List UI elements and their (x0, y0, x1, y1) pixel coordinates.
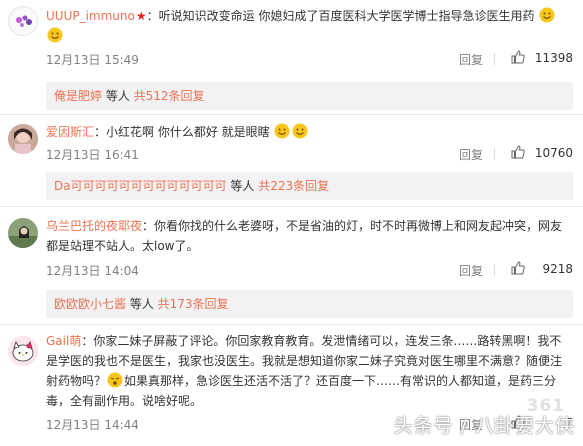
separator (0, 206, 583, 207)
divider (494, 264, 495, 276)
like-count: 11398 (534, 51, 573, 65)
comment-text: 乌兰巴托的夜耶夜：你看你找的什么老婆呀，不是省油的灯，时不时再微博上和网友起冲突… (46, 216, 573, 256)
avatar-image (8, 124, 38, 154)
avatar-image (10, 8, 37, 35)
comment-text: Gail萌：你家二妹子屏蔽了评论。你回家教育教育。发泄情绪可以，连发三条……路转… (46, 331, 573, 411)
comment-username[interactable]: UUUP_immuno (46, 9, 135, 23)
comment-content-continued: 都是站理不站人。太low了。 (46, 239, 199, 253)
replies-summary[interactable]: Da可可可可可可可可可可可可可 等人 共223条回复 (46, 172, 573, 200)
comment-meta: 12月13日 15:49 回复 11398 (46, 50, 573, 68)
comment-time: 12月13日 14:44 (46, 418, 139, 432)
comment-content-continued: 如果真那样，急诊医生还活不活了？还百度一下……有常识的人都知道，是药三分 (124, 374, 557, 388)
reply-count-link[interactable]: 共173条回复 (158, 297, 229, 311)
reply-summary-text: 等人 (102, 89, 134, 103)
comment-content: ：小红花啊 你什么都好 就是眼瞎 (94, 125, 270, 139)
comment-content: ：听说知识改变命运 你媳妇成了百度医科大学医学博士指导急诊医生用药 (146, 9, 535, 23)
reply-summary-text: 等人 (126, 297, 158, 311)
comment-content-continued: 毒，全有副作用。说啥好呢。 (46, 394, 203, 408)
comment-text: 爱因斯汇：小红花啊 你什么都好 就是眼瞎 (46, 122, 573, 142)
like-button[interactable]: 9218 (503, 261, 573, 276)
smile-emoji-icon (47, 27, 63, 43)
smile-emoji-icon (539, 7, 555, 23)
comment-meta: 12月13日 14:04 回复 9218 (46, 261, 573, 279)
reply-username[interactable]: 俺是肥婷 (54, 89, 102, 103)
thumbs-up-icon (511, 145, 525, 159)
comment-content-continued: 是学医的我也不是医生，我家也没医生。我就是想知道你家二妹子究竟对医生哪里不满意？… (46, 354, 563, 368)
comment-text: UUUP_immuno★：听说知识改变命运 你媳妇成了百度医科大学医学博士指导急… (46, 6, 573, 46)
smile-emoji-icon (274, 123, 290, 139)
avatar[interactable] (8, 6, 38, 36)
like-button[interactable]: 11398 (503, 50, 573, 65)
replies-summary[interactable]: 俺是肥婷 等人 共512条回复 (46, 82, 573, 110)
reply-username[interactable]: Da可可可可可可可可可可可可可 (54, 179, 227, 193)
divider (494, 53, 495, 65)
comment-content: ：你家二妹子屏蔽了评论。你回家教育教育。发泄情绪可以，连发三条……路转黑啊！我不 (81, 334, 562, 348)
smile-emoji-icon (292, 123, 308, 139)
reply-count-link[interactable]: 共223条回复 (258, 179, 329, 193)
avatar-image (8, 218, 38, 248)
thumbs-up-icon (511, 261, 525, 275)
reply-summary-text: 等人 (226, 179, 259, 193)
watermark: 头条号 / 八卦要大侠 (393, 415, 575, 437)
comment-content-continued: 射药物吗？ (46, 374, 107, 388)
separator (0, 114, 583, 115)
reply-button[interactable]: 回复 (459, 146, 483, 163)
comment-username[interactable]: 爱因斯汇 (46, 125, 94, 139)
avatar[interactable] (8, 124, 38, 154)
comment-username[interactable]: Gail萌 (46, 334, 81, 348)
like-count: 10760 (534, 146, 573, 160)
divider (494, 148, 495, 160)
thumbs-up-icon (511, 50, 525, 64)
separator (0, 324, 583, 325)
comment-time: 12月13日 15:49 (46, 53, 139, 67)
reply-button[interactable]: 回复 (459, 262, 483, 279)
comment-time: 12月13日 16:41 (46, 148, 139, 162)
reply-count-link[interactable]: 共512条回复 (134, 89, 205, 103)
anxious-emoji-icon (107, 372, 123, 388)
comment-username[interactable]: 乌兰巴托的夜耶夜 (46, 219, 142, 233)
comment-meta: 12月13日 16:41 回复 10760 (46, 145, 573, 163)
reply-button[interactable]: 回复 (459, 51, 483, 68)
reply-username[interactable]: 欧欧欧小七酱 (54, 297, 126, 311)
like-count: 9218 (542, 262, 573, 276)
replies-summary[interactable]: 欧欧欧小七酱 等人 共173条回复 (46, 290, 573, 318)
avatar[interactable] (8, 218, 38, 248)
star-badge-icon: ★ (135, 9, 147, 23)
hello-kitty-avatar-icon (8, 336, 38, 366)
avatar[interactable] (8, 336, 38, 366)
comment-time: 12月13日 14:04 (46, 264, 139, 278)
comment-content: ：你看你找的什么老婆呀，不是省油的灯，时不时再微博上和网友起冲突，网友 (142, 219, 563, 233)
like-button[interactable]: 10760 (503, 145, 573, 160)
